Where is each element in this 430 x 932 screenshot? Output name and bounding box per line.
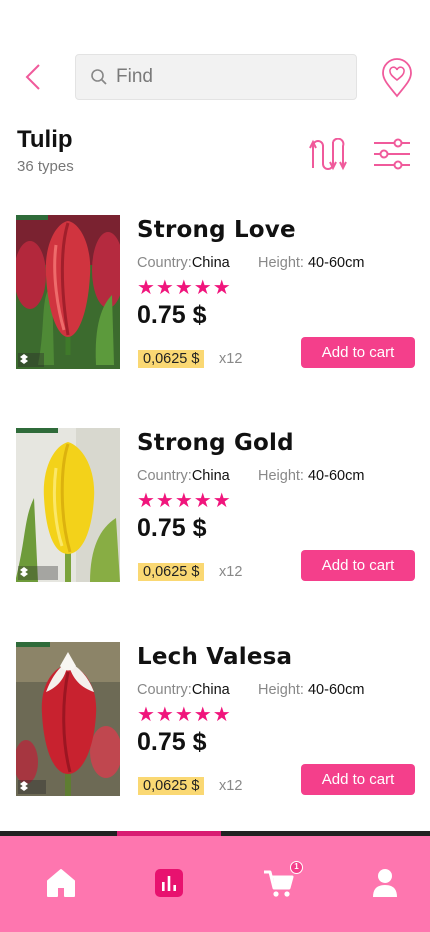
rating-stars: ★★★★★ xyxy=(137,704,232,726)
add-to-cart-button[interactable]: Add to cart xyxy=(301,764,415,795)
top-bar xyxy=(0,54,430,100)
bottom-nav: 1 xyxy=(0,836,430,932)
product-name[interactable]: Lech Valesa xyxy=(137,644,292,670)
country-value: China xyxy=(191,682,230,698)
height-label: Height: xyxy=(258,682,304,698)
profile-icon[interactable] xyxy=(368,866,402,900)
product-price: 0.75 $ xyxy=(137,514,207,542)
product-name[interactable]: Strong Love xyxy=(137,217,296,243)
country-label: Country: xyxy=(137,255,192,271)
page-title: Tulip xyxy=(17,126,73,153)
type-count: 36 types xyxy=(17,158,74,175)
unit-price-tag: 0,0625 $ xyxy=(138,563,205,581)
height-value: 40-60cm xyxy=(307,255,365,271)
search-icon xyxy=(91,69,107,85)
height-value: 40-60cm xyxy=(307,468,365,484)
product-image-red-tulip[interactable] xyxy=(16,215,120,369)
product-image-yellow-tulip[interactable] xyxy=(16,428,120,582)
product-price: 0.75 $ xyxy=(137,728,207,756)
rating-stars: ★★★★★ xyxy=(137,490,232,512)
pack-quantity: x12 xyxy=(219,564,243,580)
unit-price-tag: 0,0625 $ xyxy=(138,350,205,368)
product-meta: Country:China Height: 40-60cm xyxy=(137,468,364,484)
product-card[interactable]: Strong Love Country:China Height: 40-60c… xyxy=(0,215,430,375)
height-value: 40-60cm xyxy=(307,682,365,698)
height-label: Height: xyxy=(258,468,304,484)
rating-stars: ★★★★★ xyxy=(137,277,232,299)
add-to-cart-button[interactable]: Add to cart xyxy=(301,550,415,581)
search-box[interactable] xyxy=(75,54,357,100)
back-arrow-icon[interactable] xyxy=(22,64,46,90)
stats-icon[interactable] xyxy=(152,866,186,900)
product-meta: Country:China Height: 40-60cm xyxy=(137,255,364,271)
location-heart-icon[interactable] xyxy=(381,58,413,98)
product-price: 0.75 $ xyxy=(137,301,207,329)
cart-badge: 1 xyxy=(290,861,303,874)
pack-quantity: x12 xyxy=(219,778,243,794)
product-card[interactable]: Strong Gold Country:China Height: 40-60c… xyxy=(0,428,430,588)
height-label: Height: xyxy=(258,255,304,271)
country-label: Country: xyxy=(137,682,192,698)
country-value: China xyxy=(191,468,230,484)
country-label: Country: xyxy=(137,468,192,484)
unit-price-tag: 0,0625 $ xyxy=(138,777,205,795)
search-input[interactable] xyxy=(116,55,346,99)
product-meta: Country:China Height: 40-60cm xyxy=(137,682,364,698)
home-icon[interactable] xyxy=(44,866,78,900)
add-to-cart-button[interactable]: Add to cart xyxy=(301,337,415,368)
sort-icon[interactable] xyxy=(309,138,347,172)
product-image-red-white-tulip[interactable] xyxy=(16,642,120,796)
product-card[interactable]: Lech Valesa Country:China Height: 40-60c… xyxy=(0,642,430,802)
product-name[interactable]: Strong Gold xyxy=(137,430,294,456)
category-heading: Tulip 36 types xyxy=(17,126,74,175)
pack-quantity: x12 xyxy=(219,351,243,367)
country-value: China xyxy=(191,255,230,271)
filter-icon[interactable] xyxy=(372,138,412,170)
